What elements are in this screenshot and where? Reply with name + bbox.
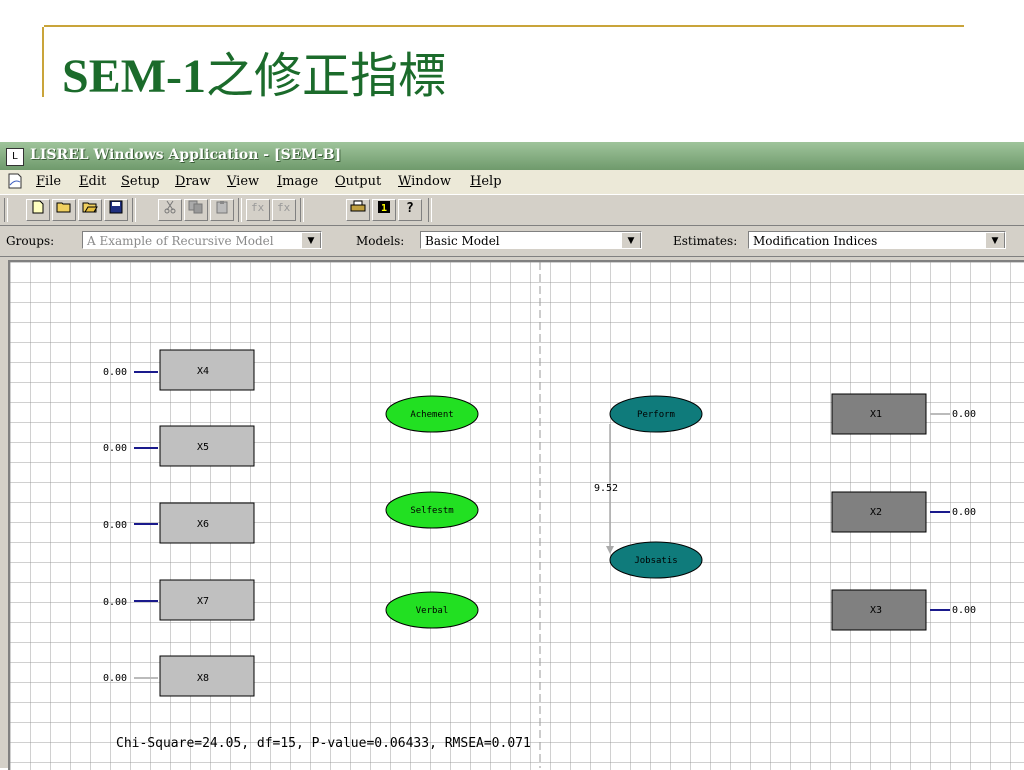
models-select[interactable]: Basic Model ▼ (420, 231, 642, 249)
latent-selfestm[interactable]: Selfestm (385, 491, 479, 529)
save-icon[interactable] (104, 199, 128, 221)
x-indicator-x8[interactable]: 0.00 X8 (103, 655, 255, 697)
menu-draw[interactable]: Draw (175, 174, 211, 189)
x-indicator-x6[interactable]: 0.00 X6 (103, 502, 255, 544)
svg-text:fx: fx (251, 201, 265, 214)
menu-view[interactable]: View (227, 174, 259, 189)
error-variance-label: 0.00 (103, 443, 127, 454)
groups-select[interactable]: A Example of Recursive Model ▼ (82, 231, 322, 249)
slide-title-cjk: 之修正指標 (206, 48, 447, 104)
menu-help[interactable]: Help (470, 174, 502, 189)
svg-text:?: ? (406, 201, 414, 214)
slide-left-rule (42, 27, 44, 97)
latent-perform[interactable]: Perform (609, 395, 703, 433)
latent-achement[interactable]: Achement (385, 395, 479, 433)
menu-edit[interactable]: Edit (79, 174, 106, 189)
open-icon[interactable] (52, 199, 76, 221)
document-icon[interactable] (6, 172, 24, 195)
groups-value: A Example of Recursive Model (87, 234, 274, 248)
slide-top-rule (44, 25, 964, 27)
latent-label: Verbal (416, 606, 449, 616)
toolbar-separator (4, 198, 8, 222)
variable-label: X3 (870, 605, 882, 616)
variable-label: X8 (197, 673, 209, 684)
help-icon[interactable]: ? (398, 199, 422, 221)
latent-label: Achement (410, 410, 453, 420)
error-variance-label: 0.00 (103, 597, 127, 608)
chevron-down-icon[interactable]: ▼ (301, 232, 321, 248)
latent-label: Jobsatis (634, 556, 677, 566)
fit-statistics: Chi-Square=24.05, df=15, P-value=0.06433… (116, 736, 531, 751)
latent-label: Selfestm (410, 506, 453, 516)
info-icon[interactable]: 1 (372, 199, 396, 221)
copy-icon[interactable] (184, 199, 208, 221)
menu-image[interactable]: Image (277, 174, 318, 189)
error-variance-label: 0.00 (103, 520, 127, 531)
window-titlebar[interactable]: L LISREL Windows Application - [SEM-B] (0, 142, 1024, 170)
toolbar-separator (238, 198, 242, 222)
path-diagram-icon[interactable]: fx (246, 199, 270, 221)
svg-text:fx: fx (277, 201, 291, 214)
estimates-value: Modification Indices (753, 234, 878, 248)
open-folder-icon[interactable] (78, 199, 102, 221)
toolbar-separator (428, 198, 432, 222)
slide-title-latin: SEM-1 (62, 50, 206, 103)
menu-file[interactable]: File (36, 174, 61, 189)
path-diagram: 0.00 X4 0.00 X5 0.00 X6 0.00 X7 0.00 X8 … (103, 262, 976, 768)
variable-label: X5 (197, 442, 209, 453)
chevron-down-icon[interactable]: ▼ (621, 232, 641, 248)
models-label: Models: (356, 234, 405, 248)
menu-bar: File Edit Setup Draw View Image Output W… (0, 170, 1024, 194)
path-value: 9.52 (594, 483, 618, 494)
error-variance-label: 0.00 (952, 507, 976, 518)
y-indicator-x1[interactable]: X1 0.00 (831, 393, 976, 435)
error-variance-label: 0.00 (103, 673, 127, 684)
x-indicator-x7[interactable]: 0.00 X7 (103, 579, 255, 621)
path-perform-jobsatis[interactable]: 9.52 (594, 424, 618, 554)
latent-jobsatis[interactable]: Jobsatis (609, 541, 703, 579)
toolbar-separator (132, 198, 136, 222)
menu-output[interactable]: Output (335, 174, 381, 189)
latent-label: Perform (637, 410, 675, 420)
estimates-label: Estimates: (673, 234, 738, 248)
new-icon[interactable] (26, 199, 50, 221)
y-indicator-x2[interactable]: X2 0.00 (831, 491, 976, 533)
lisrel-window: L LISREL Windows Application - [SEM-B] F… (0, 142, 1024, 770)
window-title: LISREL Windows Application - [SEM-B] (30, 147, 342, 163)
svg-text:1: 1 (381, 203, 387, 214)
variable-label: X6 (197, 519, 209, 530)
variable-label: X2 (870, 507, 882, 518)
x-indicator-x5[interactable]: 0.00 X5 (103, 425, 255, 467)
y-indicator-x3[interactable]: X3 0.00 (831, 589, 976, 631)
lisrel-app-icon[interactable]: L (6, 148, 24, 166)
path-diagram-canvas[interactable]: 0.00 X4 0.00 X5 0.00 X6 0.00 X7 0.00 X8 … (8, 260, 1024, 770)
menu-setup[interactable]: Setup (121, 174, 160, 189)
chevron-down-icon[interactable]: ▼ (985, 232, 1005, 248)
error-variance-label: 0.00 (952, 605, 976, 616)
groups-label: Groups: (6, 234, 55, 248)
variable-label: X4 (197, 366, 209, 377)
paste-icon[interactable] (210, 199, 234, 221)
variable-label: X1 (870, 409, 882, 420)
toolbar-separator (300, 198, 304, 222)
toolbar: fx fx 1 ? (0, 194, 1024, 226)
menu-window[interactable]: Window (398, 174, 451, 189)
print-icon[interactable] (346, 199, 370, 221)
estimates-select[interactable]: Modification Indices ▼ (748, 231, 1006, 249)
selector-bar: Groups: A Example of Recursive Model ▼ M… (0, 226, 1024, 257)
path-arrowhead (606, 546, 614, 554)
latent-verbal[interactable]: Verbal (385, 591, 479, 629)
x-indicator-x4[interactable]: 0.00 X4 (103, 349, 255, 391)
error-variance-label: 0.00 (103, 367, 127, 378)
models-value: Basic Model (425, 234, 500, 248)
slide-title: SEM-1之修正指標 (62, 36, 446, 106)
path-diagram-alt-icon[interactable]: fx (272, 199, 296, 221)
cut-icon[interactable] (158, 199, 182, 221)
error-variance-label: 0.00 (952, 409, 976, 420)
variable-label: X7 (197, 596, 209, 607)
